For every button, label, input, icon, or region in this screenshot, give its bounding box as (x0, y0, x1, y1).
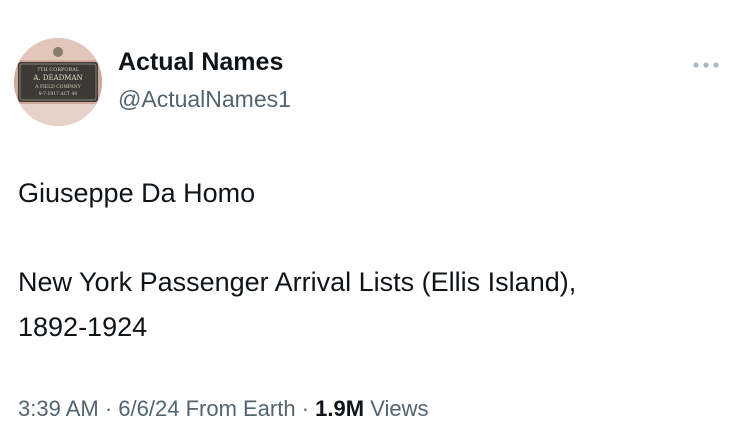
tweet-text-line-1: Giuseppe Da Homo (18, 178, 256, 208)
user-handle[interactable]: @ActualNames1 (118, 86, 291, 113)
views-count[interactable]: 1.9M (315, 396, 364, 421)
views-label: Views (364, 396, 429, 421)
timestamp-date[interactable]: 6/6/24 (118, 396, 179, 421)
avatar[interactable]: 7TH CORPORAL A. DEADMAN A FIELD COMPANY … (14, 38, 102, 126)
avatar-badge-icon (53, 47, 63, 57)
tweet-text-line-2: New York Passenger Arrival Lists (Ellis … (18, 267, 577, 297)
display-name[interactable]: Actual Names (118, 48, 283, 77)
avatar-plaque-text-3: A FIELD COMPANY (34, 84, 81, 90)
tweet-text-line-3: 1892-1924 (18, 312, 148, 342)
tweet-card: 7TH CORPORAL A. DEADMAN A FIELD COMPANY … (0, 0, 740, 446)
avatar-plaque-image: 7TH CORPORAL A. DEADMAN A FIELD COMPANY … (14, 38, 102, 126)
meta-separator: · (295, 396, 316, 421)
tweet-meta: 3:39 AM · 6/6/24 From Earth · 1.9M Views (18, 396, 428, 422)
meta-separator: · (98, 396, 119, 421)
more-options-icon[interactable] (690, 55, 722, 75)
avatar-plaque-text-1: 7TH CORPORAL (37, 67, 80, 73)
tweet-source: From Earth (179, 396, 296, 421)
avatar-plaque-text-2: A. DEADMAN (32, 74, 82, 82)
timestamp-time[interactable]: 3:39 AM (18, 396, 99, 421)
avatar-plaque-text-4: 8-7-1917 ACT 40 (39, 91, 78, 97)
